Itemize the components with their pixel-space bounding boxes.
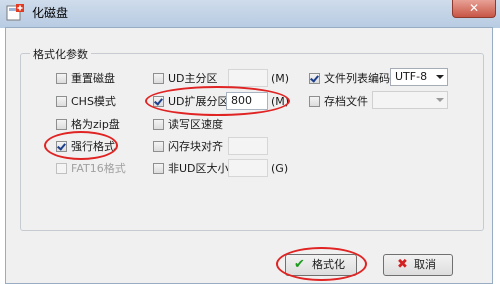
check-icon: ✔ [294, 257, 305, 272]
ud-main-label: UD主分区 [168, 72, 218, 85]
window-title: 化磁盘 [32, 6, 69, 20]
ud-ext-unit: (M) [271, 95, 290, 108]
fat16-checkbox [56, 163, 67, 174]
group-legend: 格式化参数 [30, 46, 91, 62]
zip-disk-checkbox[interactable] [56, 119, 67, 130]
file-list-encoding-checkbox[interactable] [309, 73, 320, 84]
cancel-button[interactable]: ✖ 取消 [383, 254, 453, 276]
archive-file-label: 存档文件 [324, 95, 368, 108]
read-speed-label: 读写区速度 [168, 118, 223, 131]
zip-disk-label: 格为zip盘 [71, 118, 120, 131]
title-bar: 化磁盘 ✕ [0, 0, 500, 28]
cancel-icon: ✖ [397, 257, 408, 272]
rewrite-disk-label: 重置磁盘 [71, 72, 115, 85]
chevron-down-icon [436, 75, 444, 79]
flash-align-label: 闪存块对齐 [168, 140, 223, 153]
file-list-encoding-label: 文件列表编码 [324, 72, 390, 85]
ud-main-checkbox[interactable] [153, 73, 164, 84]
non-ud-unit: (G) [271, 162, 289, 175]
format-button[interactable]: ✔ 格式化 [285, 254, 357, 276]
ud-ext-checkbox[interactable] [153, 96, 164, 107]
ud-ext-label: UD扩展分区 [168, 95, 229, 108]
ud-main-size-input[interactable] [228, 69, 268, 87]
archive-file-select[interactable] [372, 91, 448, 109]
encoding-selected-value: UTF-8 [395, 70, 428, 83]
app-icon [6, 4, 24, 21]
non-ud-label: 非UD区大小 [168, 162, 229, 175]
rewrite-disk-checkbox[interactable] [56, 73, 67, 84]
non-ud-size-input[interactable] [228, 159, 268, 177]
chs-mode-checkbox[interactable] [56, 96, 67, 107]
non-ud-checkbox[interactable] [153, 163, 164, 174]
fat16-label: FAT16格式 [71, 162, 126, 175]
chs-mode-label: CHS模式 [71, 95, 116, 108]
ud-main-unit: (M) [271, 72, 290, 85]
force-format-label: 强行格式 [71, 140, 115, 153]
format-disk-dialog: 化磁盘 ✕ 格式化参数 重置磁盘 CHS模式 格为zip盘 强行格式 FAT16… [0, 0, 500, 284]
flash-align-input[interactable] [228, 137, 268, 155]
chevron-down-icon [436, 98, 444, 102]
ud-ext-size-input[interactable]: 800 [226, 92, 268, 110]
force-format-checkbox[interactable] [56, 141, 67, 152]
window-close-button[interactable]: ✕ [452, 0, 496, 18]
encoding-select[interactable]: UTF-8 [390, 68, 448, 86]
format-button-label: 格式化 [312, 258, 345, 271]
flash-align-checkbox[interactable] [153, 141, 164, 152]
cancel-button-label: 取消 [414, 258, 436, 271]
archive-file-checkbox[interactable] [309, 96, 320, 107]
close-icon: ✕ [468, 1, 480, 15]
read-speed-checkbox[interactable] [153, 119, 164, 130]
